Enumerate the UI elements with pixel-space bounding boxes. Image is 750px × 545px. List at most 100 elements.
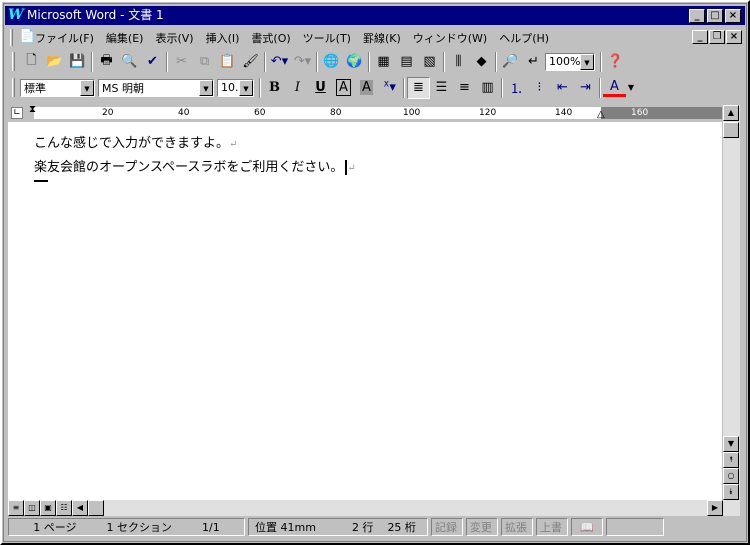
save-icon[interactable]: 💾 [66, 51, 89, 73]
indent-marker[interactable]: ⧗ [29, 104, 36, 115]
menu-view[interactable]: 表示(V) [149, 30, 199, 46]
drawing-icon[interactable]: ◆ [470, 51, 493, 73]
doc-restore-button[interactable]: ❐ [709, 30, 725, 44]
format-painter-icon[interactable]: 🖌 [239, 51, 262, 73]
zoom-value: 100% [549, 55, 581, 68]
horizontal-ruler[interactable]: ∟ 20 40 60 80 100 120 140 160 ⧗ △ [8, 104, 722, 122]
scroll-up-button[interactable]: ▲ [723, 105, 739, 121]
bold-icon[interactable]: B [263, 77, 286, 99]
hyperlink-icon[interactable]: 🌐 [320, 51, 343, 73]
phonetic-guide-icon[interactable]: ᕽ▾ [378, 77, 401, 99]
undo-icon[interactable]: ↶▾ [268, 51, 291, 73]
font-size-select[interactable]: 10.5 ▼ [217, 78, 254, 97]
menu-insert[interactable]: 挿入(I) [200, 30, 246, 46]
chevron-down-icon[interactable]: ▼ [580, 53, 594, 70]
scroll-right-button[interactable]: ▶ [707, 500, 723, 516]
grip [10, 29, 13, 46]
title-bar: W Microsoft Word - 文書 1 _ □ × [5, 6, 745, 25]
h-scroll-thumb[interactable] [88, 500, 104, 516]
separator [259, 77, 261, 98]
italic-icon[interactable]: I [286, 77, 309, 99]
columns-icon[interactable]: ⫼ [447, 51, 470, 73]
style-select[interactable]: 標準 ▼ [20, 78, 95, 97]
close-button[interactable]: × [725, 9, 741, 23]
bullets-icon[interactable]: ⁝ [528, 77, 551, 99]
font-select[interactable]: MS 明朝 ▼ [98, 78, 214, 97]
scroll-down-button[interactable]: ▼ [723, 436, 739, 452]
document-map-icon[interactable]: 🔎 [499, 51, 522, 73]
status-ovr[interactable]: 上書 [536, 518, 568, 536]
menu-tools[interactable]: ツール(T) [297, 30, 357, 46]
open-icon[interactable]: 📂 [43, 51, 66, 73]
align-center-icon[interactable]: ☰ [430, 77, 453, 99]
next-page-button[interactable]: ⯯ [723, 484, 739, 500]
cut-icon[interactable]: ✂ [170, 51, 193, 73]
previous-page-button[interactable]: ⯭ [723, 452, 739, 468]
zoom-select[interactable]: 100% ▼ [545, 52, 595, 71]
normal-view-button[interactable]: ≡ [8, 500, 24, 516]
doc-minimize-button[interactable]: _ [692, 30, 708, 44]
character-shading-icon[interactable]: A [355, 77, 378, 99]
separator [264, 51, 266, 72]
outline-view-button[interactable]: ☷ [56, 500, 72, 516]
spelling-status-icon[interactable]: 📖 [571, 518, 603, 536]
right-indent-marker[interactable]: △ [597, 109, 605, 120]
align-right-icon[interactable]: ≡ [453, 77, 476, 99]
status-section: 1 セクション [106, 521, 173, 534]
status-trk[interactable]: 変更 [466, 518, 498, 536]
status-ext[interactable]: 拡張 [501, 518, 533, 536]
spelling-icon[interactable]: ✔ [141, 51, 164, 73]
scroll-thumb[interactable] [723, 122, 739, 138]
document-icon[interactable]: 📄 [19, 29, 35, 44]
doc-close-button[interactable]: × [726, 30, 742, 44]
select-browse-object-button[interactable]: ○ [723, 468, 739, 484]
separator [599, 77, 601, 98]
new-icon[interactable]: 🗋 [20, 51, 43, 73]
menu-file[interactable]: ファイル(F) [29, 30, 100, 46]
insert-table-icon[interactable]: ▤ [395, 51, 418, 73]
numbering-icon[interactable]: ⒈ [505, 77, 528, 99]
standard-toolbar: 🗋 📂 💾 🖶 🔍 ✔ ✂ ⧉ 📋 🖌 ↶▾ ↷▾ 🌐 🌍 ▦ ▤ ▧ ⫼ ◆ … [10, 49, 627, 74]
ruler-tick: 80 [330, 108, 342, 118]
separator [501, 77, 503, 98]
underline-icon[interactable]: U [309, 77, 332, 99]
maximize-button[interactable]: □ [707, 9, 723, 23]
distributed-icon[interactable]: ▥ [476, 77, 499, 99]
ruler-tick: 140 [555, 108, 573, 118]
horizontal-scrollbar[interactable]: ≡ ◫ ▣ ☷ ◀ ▶ [8, 500, 740, 516]
show-hide-icon[interactable]: ↵ [522, 51, 545, 73]
tables-borders-icon[interactable]: ▦ [372, 51, 395, 73]
ruler-tick: 120 [479, 108, 497, 118]
font-color-icon[interactable]: A [603, 79, 626, 97]
menu-edit[interactable]: 編集(E) [100, 30, 150, 46]
page-layout-view-button[interactable]: ▣ [40, 500, 56, 516]
print-icon[interactable]: 🖶 [95, 51, 118, 73]
separator [403, 77, 405, 98]
paste-icon[interactable]: 📋 [216, 51, 239, 73]
help-icon[interactable]: ❓ [604, 51, 627, 73]
character-border-icon[interactable]: A [332, 77, 355, 99]
copy-icon[interactable]: ⧉ [193, 51, 216, 73]
web-toolbar-icon[interactable]: 🌍 [343, 51, 366, 73]
status-rec[interactable]: 記録 [431, 518, 463, 536]
increase-indent-icon[interactable]: ⇥ [574, 77, 597, 99]
scroll-left-button[interactable]: ◀ [72, 500, 88, 516]
redo-icon[interactable]: ↷▾ [291, 51, 314, 73]
insert-excel-icon[interactable]: ▧ [418, 51, 441, 73]
tab-selector[interactable]: ∟ [11, 107, 23, 119]
web-layout-view-button[interactable]: ◫ [24, 500, 40, 516]
chevron-down-icon[interactable]: ▼ [626, 77, 636, 99]
chevron-down-icon[interactable]: ▼ [80, 79, 94, 96]
align-justify-icon[interactable]: ≣ [407, 76, 430, 99]
menu-help[interactable]: ヘルプ(H) [493, 30, 555, 46]
menu-window[interactable]: ウィンドウ(W) [407, 30, 493, 46]
chevron-down-icon[interactable]: ▼ [239, 79, 253, 96]
print-preview-icon[interactable]: 🔍 [118, 51, 141, 73]
decrease-indent-icon[interactable]: ⇤ [551, 77, 574, 99]
vertical-scrollbar[interactable]: ▲ ▼ ⯭ ○ ⯯ [723, 105, 740, 500]
menu-format[interactable]: 書式(O) [245, 30, 296, 46]
document-area[interactable]: こんな感じで入力ができますよ。↵ 楽友会館のオープンスペースラボをご利用ください… [8, 122, 722, 500]
menu-table[interactable]: 罫線(K) [357, 30, 407, 46]
minimize-button[interactable]: _ [689, 9, 705, 23]
chevron-down-icon[interactable]: ▼ [199, 79, 213, 96]
